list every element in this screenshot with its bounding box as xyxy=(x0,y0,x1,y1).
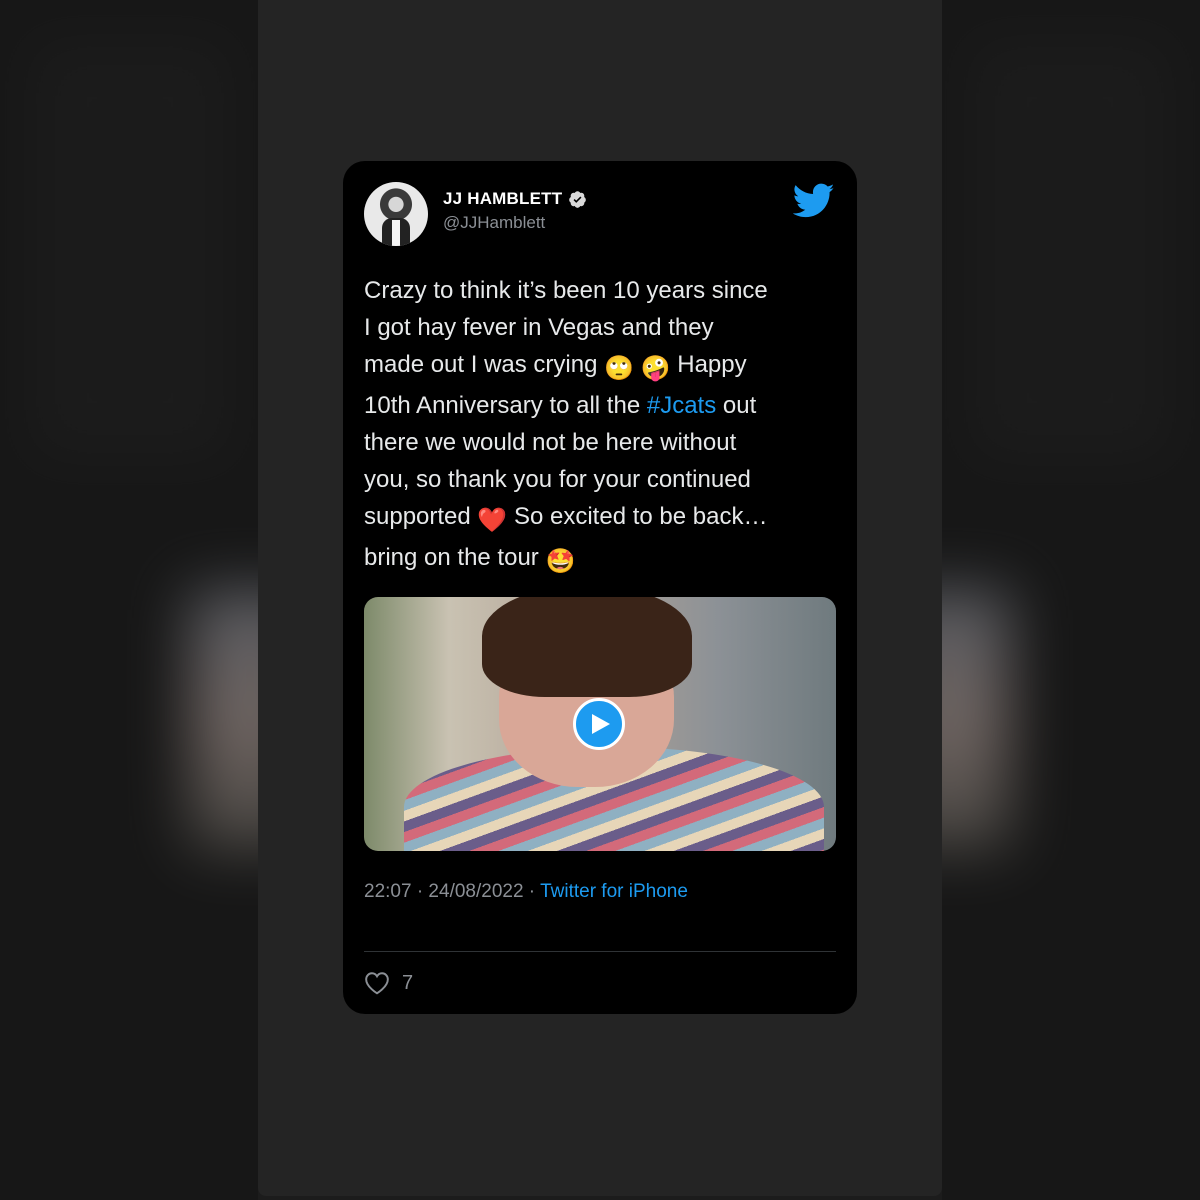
author-name-row[interactable]: JJ HAMBLETT xyxy=(443,189,587,209)
tweet-card[interactable]: JJ HAMBLETT @JJHamblett Crazy to think i… xyxy=(343,161,857,1014)
heart-emoji: ❤️ xyxy=(477,507,508,534)
display-name[interactable]: JJ HAMBLETT xyxy=(443,189,562,209)
hashtag-link[interactable]: #Jcats xyxy=(647,392,716,419)
play-button[interactable] xyxy=(573,698,625,750)
zany-face-emoji: 🤪 xyxy=(640,355,671,382)
tweet-meta: 22:07 · 24/08/2022 · Twitter for iPhone xyxy=(364,881,688,903)
video-media[interactable] xyxy=(364,597,836,851)
rolling-eyes-emoji: 🙄 xyxy=(604,355,634,382)
play-icon xyxy=(591,714,610,734)
timestamp[interactable]: 22:07 · 24/08/2022 · xyxy=(364,881,540,902)
source-link[interactable]: Twitter for iPhone xyxy=(540,881,688,902)
like-action[interactable]: 7 xyxy=(364,971,413,995)
tweet-text: Crazy to think it’s been 10 years since … xyxy=(364,272,844,580)
background-blur xyxy=(30,40,230,460)
background-blur xyxy=(970,40,1170,460)
divider xyxy=(364,951,836,952)
media-figure-hair xyxy=(482,597,692,697)
avatar[interactable] xyxy=(364,182,428,246)
like-count: 7 xyxy=(402,971,414,994)
heart-icon[interactable] xyxy=(364,971,390,995)
handle[interactable]: @JJHamblett xyxy=(443,213,545,233)
avatar-shirt xyxy=(392,220,400,246)
star-struck-emoji: 🤩 xyxy=(545,548,576,575)
twitter-bird-icon xyxy=(793,183,835,218)
verified-badge-icon xyxy=(569,190,587,208)
